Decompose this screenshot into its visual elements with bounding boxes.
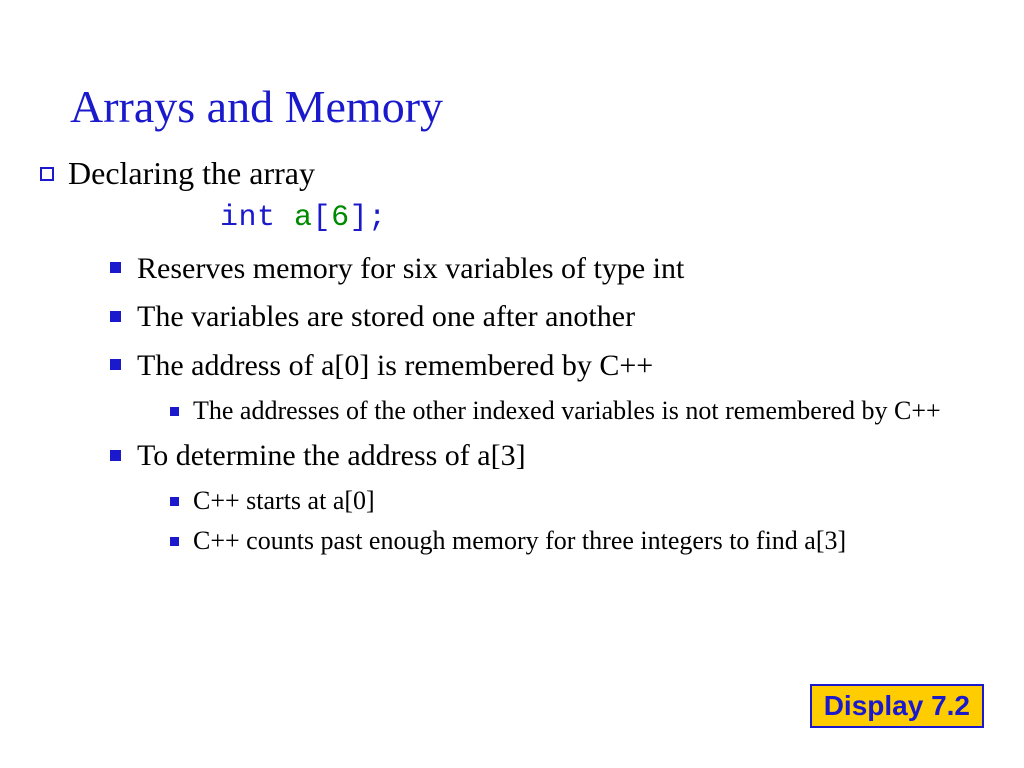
bullet-text: Declaring the array <box>68 155 315 191</box>
bullet-address-a0: The address of a[0] is remembered by C++ <box>110 346 964 387</box>
square-fill-bullet-icon <box>110 359 121 370</box>
bullet-text: To determine the address of a[3] <box>137 439 526 472</box>
bullet-declaring: Declaring the array <box>40 153 964 195</box>
slide-body: Arrays and Memory Declaring the array in… <box>0 0 1024 558</box>
square-small-bullet-icon <box>170 497 179 506</box>
code-semicolon: ; <box>368 201 387 235</box>
slide-title: Arrays and Memory <box>70 80 964 133</box>
square-small-bullet-icon <box>170 407 179 416</box>
bullet-text: The addresses of the other indexed varia… <box>193 396 941 425</box>
bullet-determine-a3: To determine the address of a[3] <box>110 436 964 477</box>
bullet-text: The variables are stored one after anoth… <box>137 300 635 333</box>
square-small-bullet-icon <box>170 537 179 546</box>
bullet-stored: The variables are stored one after anoth… <box>110 297 964 338</box>
bullet-text: C++ counts past enough memory for three … <box>193 526 846 555</box>
bullet-other-addresses: The addresses of the other indexed varia… <box>170 394 964 428</box>
code-identifier: a <box>294 201 313 235</box>
square-fill-bullet-icon <box>110 450 121 461</box>
bullet-reserves: Reserves memory for six variables of typ… <box>110 249 964 290</box>
square-fill-bullet-icon <box>110 262 121 273</box>
code-lbracket: [ <box>313 201 332 235</box>
code-rbracket: ] <box>350 201 369 235</box>
code-size: 6 <box>331 201 350 235</box>
bullet-counts-past: C++ counts past enough memory for three … <box>170 524 964 558</box>
square-fill-bullet-icon <box>110 311 121 322</box>
square-open-bullet-icon <box>40 167 54 181</box>
bullet-text: Reserves memory for six variables of typ… <box>137 252 684 285</box>
code-declaration: int a[6]; <box>220 201 964 235</box>
bullet-text: The address of a[0] is remembered by C++ <box>137 349 653 382</box>
bullet-starts-a0: C++ starts at a[0] <box>170 484 964 518</box>
display-badge[interactable]: Display 7.2 <box>810 684 984 728</box>
bullet-text: C++ starts at a[0] <box>193 486 375 515</box>
code-keyword: int <box>220 201 276 235</box>
